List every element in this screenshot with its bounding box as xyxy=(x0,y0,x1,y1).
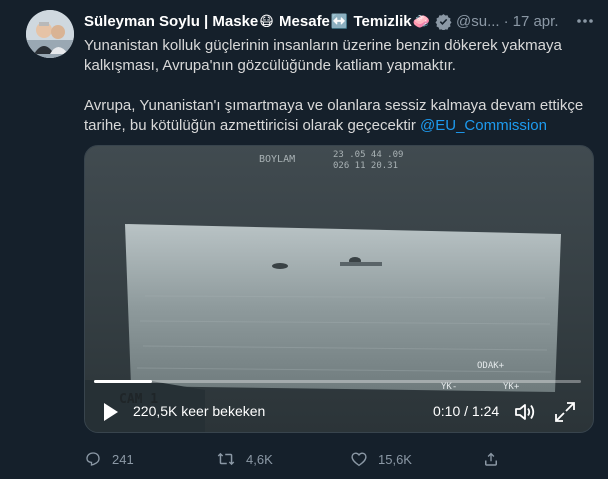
volume-button[interactable] xyxy=(513,400,537,424)
video-player[interactable]: 23 .05 44 .09 BOYLAM 026 11 20.31 CAM 1 … xyxy=(84,145,594,433)
author-name-text[interactable]: Süleyman Soylu | Maske xyxy=(84,13,258,30)
separator-dot: · xyxy=(503,12,509,30)
avatar-photo xyxy=(26,10,74,58)
like-count: 15,6K xyxy=(378,451,412,467)
video-time-display: 0:10 / 1:24 xyxy=(433,403,500,419)
tweet-text: Yunanistan kolluk güçlerinin insanların … xyxy=(84,36,594,136)
tweet-header: Süleyman Soylu | Maske😷 Mesafe↔️ Temizli… xyxy=(84,10,596,32)
tweet-timestamp[interactable]: 17 apr. xyxy=(513,13,559,30)
like-button[interactable]: 15,6K xyxy=(350,450,412,468)
tweet-paragraph-2: Avrupa, Yunanistan'ı şımartmaya ve olanl… xyxy=(84,96,594,136)
author-handle[interactable]: @su... xyxy=(456,13,500,30)
arrows-emoji-icon: ↔️ xyxy=(330,12,349,29)
video-overlay-boylam-label: BOYLAM xyxy=(259,154,296,165)
author-name[interactable]: Süleyman Soylu | Maske😷 Mesafe↔️ Temizli… xyxy=(84,13,431,30)
video-overlay-coordinates-2: 026 11 20.31 xyxy=(333,161,399,171)
video-overlay-odak-label: ODAK+ xyxy=(477,361,505,371)
share-button[interactable] xyxy=(482,450,510,468)
tweet-paragraph-1: Yunanistan kolluk güçlerinin insanların … xyxy=(84,37,562,74)
video-overlay-coordinates-1: 23 .05 44 .09 xyxy=(333,150,404,160)
verified-badge-icon xyxy=(435,13,452,30)
volume-icon xyxy=(515,404,535,420)
author-name-text-2[interactable]: Mesafe xyxy=(275,13,330,30)
reply-icon xyxy=(86,452,100,466)
tweet-actions: 241 4,6K 15,6K xyxy=(84,448,594,470)
video-progress-fill xyxy=(94,380,153,383)
play-button[interactable] xyxy=(99,401,121,423)
share-icon xyxy=(485,452,497,466)
retweet-icon xyxy=(217,452,235,466)
video-view-count: 220,5K keer bekeken xyxy=(133,403,266,419)
mask-emoji-icon: 😷 xyxy=(259,12,274,29)
more-options-icon[interactable] xyxy=(574,12,596,30)
mention-link[interactable]: @EU_Commission xyxy=(420,117,547,134)
author-name-text-3[interactable]: Temizlik xyxy=(349,13,412,30)
avatar[interactable] xyxy=(26,10,74,58)
soap-emoji-icon: 🧼 xyxy=(412,12,431,29)
video-overlay-yk-plus: YK+ xyxy=(503,382,520,392)
video-progress-bar[interactable] xyxy=(94,380,581,383)
tweet[interactable]: Süleyman Soylu | Maske😷 Mesafe↔️ Temizli… xyxy=(0,0,608,479)
retweet-button[interactable]: 4,6K xyxy=(216,450,273,468)
heart-icon xyxy=(351,452,367,467)
fullscreen-icon xyxy=(555,402,575,422)
fullscreen-button[interactable] xyxy=(553,400,577,424)
play-icon xyxy=(104,403,118,421)
video-overlay-yk-minus: YK- xyxy=(441,382,458,392)
reply-button[interactable]: 241 xyxy=(84,450,134,468)
retweet-count: 4,6K xyxy=(246,451,273,467)
reply-count: 241 xyxy=(112,451,134,467)
